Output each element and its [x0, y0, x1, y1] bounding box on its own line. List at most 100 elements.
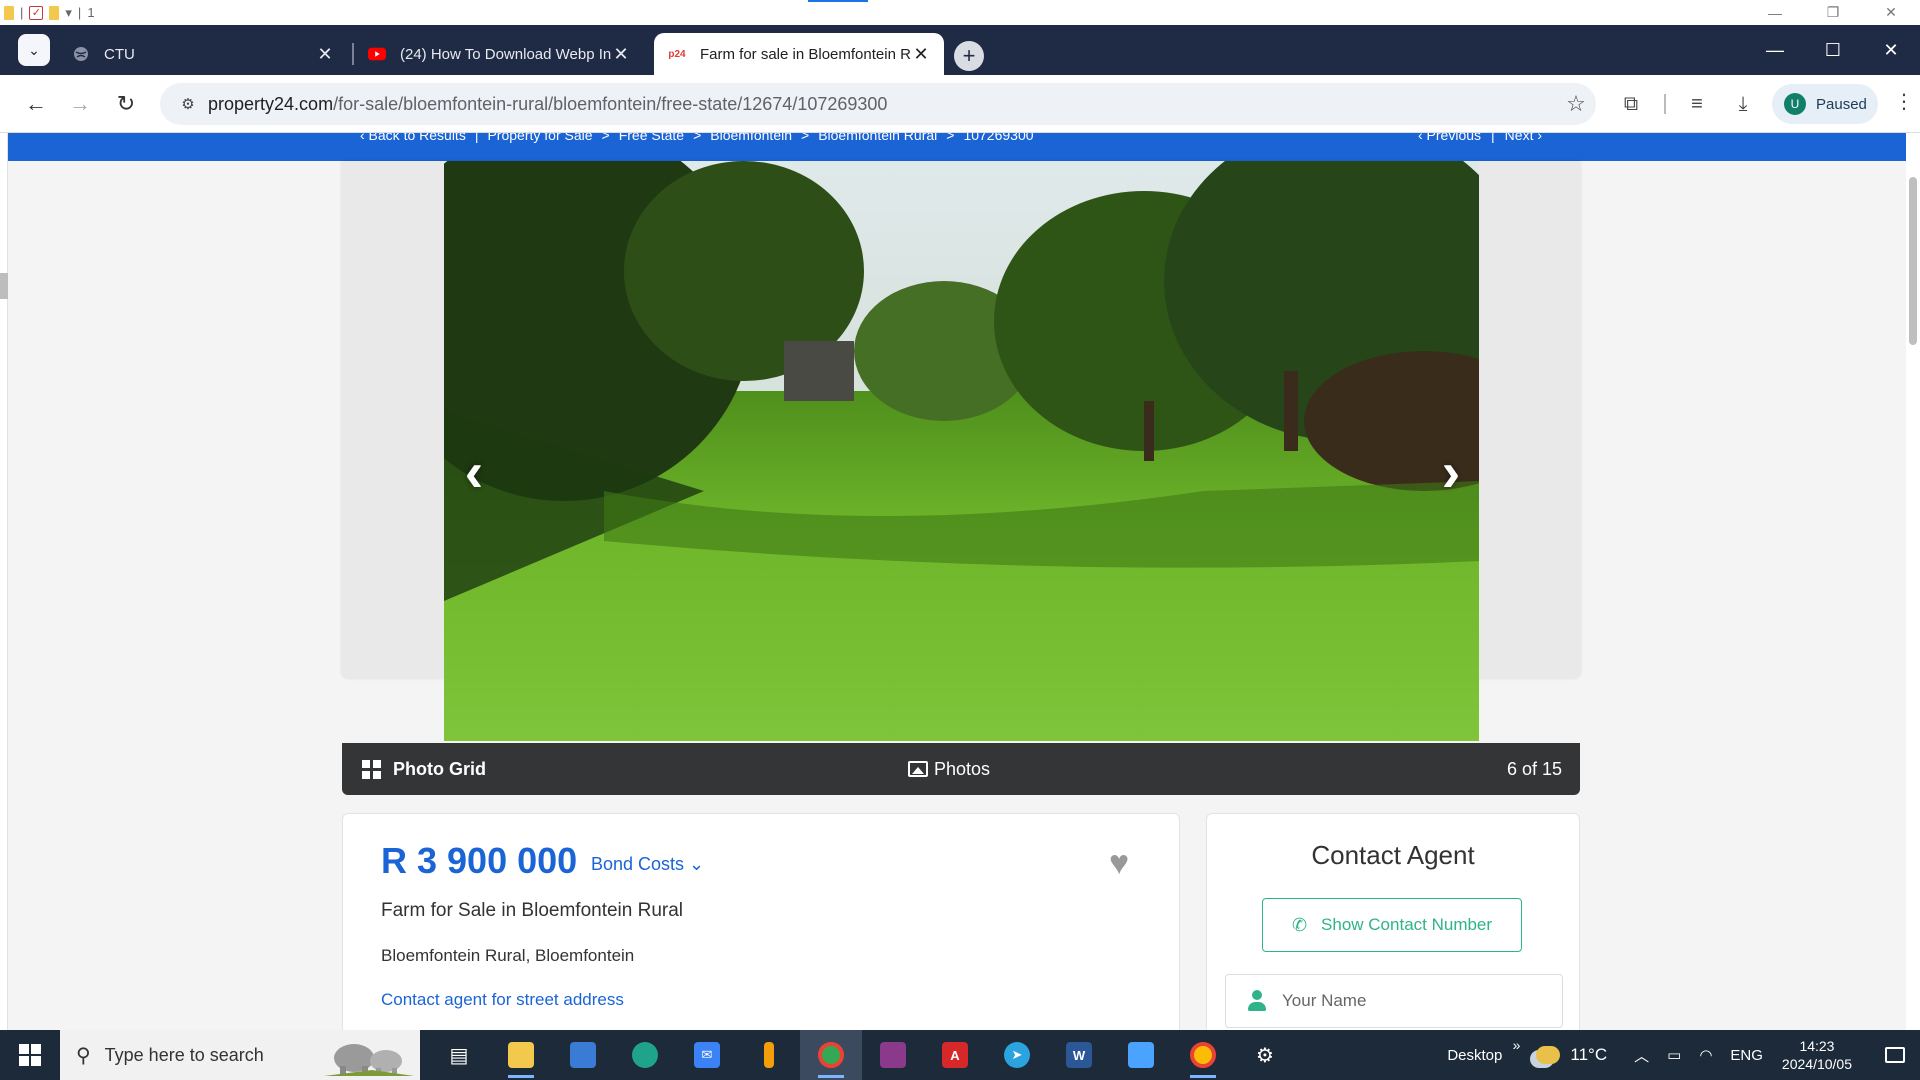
- restore-icon[interactable]: ❐: [1804, 0, 1862, 25]
- download-icon[interactable]: ⤓: [1728, 89, 1758, 119]
- breadcrumb-bar: ‹ Back to Results | Property for Sale > …: [8, 133, 1913, 161]
- close-icon[interactable]: ✕: [1862, 25, 1920, 75]
- listing-photo[interactable]: ‹ ›: [444, 161, 1479, 741]
- contact-agent-address-link[interactable]: Contact agent for street address: [381, 990, 624, 1010]
- photo-toolbar: Photo Grid Photos 6 of 15: [342, 743, 1580, 795]
- battery-icon[interactable]: ▭: [1667, 1046, 1681, 1064]
- desktop-toolbar-label[interactable]: Desktop: [1447, 1037, 1520, 1064]
- next-photo-arrow-icon[interactable]: ›: [1431, 440, 1471, 503]
- show-contact-number-button[interactable]: ✆ Show Contact Number: [1262, 898, 1522, 952]
- word-icon[interactable]: W: [1048, 1030, 1110, 1080]
- url-path: /for-sale/bloemfontein-rural/bloemfontei…: [333, 93, 888, 114]
- previous-link[interactable]: ‹ Previous: [1418, 133, 1481, 143]
- pager-separator: |: [1491, 133, 1495, 143]
- breadcrumb-property-for-sale[interactable]: Property for Sale: [487, 133, 592, 143]
- avatar: U: [1784, 93, 1806, 115]
- reload-icon[interactable]: ↻: [110, 88, 142, 120]
- maximize-icon[interactable]: ☐: [1804, 25, 1862, 75]
- scrollbar-thumb[interactable]: [1909, 177, 1917, 345]
- left-edge-panel: [0, 133, 8, 1030]
- new-tab-button[interactable]: +: [954, 41, 984, 71]
- more-menu-icon[interactable]: ⋮: [1894, 89, 1914, 119]
- minimize-icon[interactable]: —: [1746, 25, 1804, 75]
- photo-grid-label: Photo Grid: [393, 758, 486, 779]
- breadcrumb-bloemfontein[interactable]: Bloemfontein: [710, 133, 792, 143]
- breadcrumb-separator: >: [693, 133, 702, 143]
- minimize-icon[interactable]: —: [1746, 0, 1804, 25]
- breadcrumb-separator: >: [801, 133, 810, 143]
- close-tab-icon[interactable]: ✕: [316, 44, 334, 65]
- next-link[interactable]: Next ›: [1505, 133, 1542, 143]
- photos-label: Photos: [934, 758, 991, 779]
- task-view-icon[interactable]: ▤: [428, 1030, 490, 1080]
- site-info-icon[interactable]: ⚙: [168, 95, 208, 113]
- tab-search-button[interactable]: ⌄: [18, 34, 50, 66]
- media-controls-icon[interactable]: ≡: [1682, 89, 1712, 119]
- breadcrumb-free-state[interactable]: Free State: [619, 133, 684, 143]
- listing-price: R 3 900 000: [381, 840, 578, 881]
- photos-button[interactable]: Photos: [908, 759, 990, 780]
- side-handle[interactable]: [0, 273, 8, 299]
- outer-window-strip: | ✓ ▾ | 1 — ❐ ✕: [0, 0, 1920, 25]
- clock[interactable]: 14:23 2024/10/05: [1782, 1037, 1852, 1073]
- mail-icon[interactable]: ✉: [676, 1030, 738, 1080]
- dropdown-icon[interactable]: ▾: [65, 5, 72, 21]
- acrobat-icon[interactable]: A: [924, 1030, 986, 1080]
- photo-counter: 6 of 15: [1506, 758, 1562, 779]
- file-explorer-icon[interactable]: [490, 1030, 552, 1080]
- microsoft-store-icon[interactable]: [552, 1030, 614, 1080]
- wifi-icon[interactable]: ◠: [1699, 1046, 1712, 1064]
- photos-app-icon[interactable]: [1110, 1030, 1172, 1080]
- breadcrumb-back-link[interactable]: ‹ Back to Results: [360, 133, 466, 143]
- forward-icon[interactable]: →: [64, 88, 96, 120]
- listing-location: Bloemfontein Rural, Bloemfontein: [381, 946, 635, 965]
- telegram-icon[interactable]: ➤: [986, 1030, 1048, 1080]
- contact-agent-card: Contact Agent ✆ Show Contact Number Your…: [1206, 813, 1580, 1030]
- tab-ctu[interactable]: CTU ✕: [58, 33, 348, 75]
- tab-title: CTU: [104, 45, 135, 63]
- checkbox-icon[interactable]: ✓: [29, 5, 44, 20]
- notifications-button[interactable]: [1870, 1030, 1920, 1080]
- back-icon[interactable]: ←: [20, 88, 52, 120]
- your-name-field[interactable]: Your Name: [1225, 974, 1563, 1028]
- start-button[interactable]: [0, 1030, 60, 1080]
- taskbar-search[interactable]: ⚲ Type here to search: [60, 1030, 420, 1080]
- profile-button[interactable]: U Paused: [1772, 84, 1878, 124]
- folder-icon[interactable]: [49, 5, 60, 20]
- close-tab-icon[interactable]: ✕: [912, 44, 930, 65]
- breadcrumb-bloemfontein-rural[interactable]: Bloemfontein Rural: [818, 133, 937, 143]
- bookmark-star-icon[interactable]: ☆: [1556, 91, 1596, 117]
- weather-widget[interactable]: 11°C: [1536, 1045, 1607, 1065]
- chrome-profile-icon[interactable]: [1172, 1030, 1234, 1080]
- favourite-heart-icon[interactable]: ♥: [1109, 844, 1129, 883]
- tab-youtube[interactable]: (24) How To Download Webp In ✕: [354, 33, 644, 75]
- progress-indicator: [808, 0, 868, 2]
- show-hidden-icons-icon[interactable]: ︿: [1634, 1045, 1649, 1066]
- profile-status: Paused: [1816, 95, 1867, 113]
- show-contact-number-label: Show Contact Number: [1321, 915, 1493, 934]
- previous-photo-arrow-icon[interactable]: ‹: [454, 440, 494, 503]
- extensions-icon[interactable]: ⧉: [1616, 89, 1646, 119]
- close-tab-icon[interactable]: ✕: [612, 44, 630, 65]
- listing-title: Farm for Sale in Bloemfontein Rural: [381, 900, 684, 921]
- taskbar-search-placeholder: Type here to search: [104, 1044, 264, 1065]
- close-icon[interactable]: ✕: [1862, 0, 1920, 25]
- divider: |: [20, 5, 24, 20]
- folder-icon[interactable]: [4, 5, 14, 20]
- edge-icon[interactable]: [614, 1030, 676, 1080]
- chrome-icon[interactable]: [800, 1030, 862, 1080]
- winrar-icon[interactable]: [862, 1030, 924, 1080]
- page-scrollbar[interactable]: [1906, 133, 1920, 1030]
- photo-grid-button[interactable]: Photo Grid: [362, 759, 486, 780]
- address-bar[interactable]: ⚙ property24.com/for-sale/bloemfontein-r…: [160, 83, 1596, 125]
- url-text[interactable]: property24.com/for-sale/bloemfontein-rur…: [208, 94, 1556, 115]
- bond-costs-dropdown[interactable]: Bond Costs ⌄: [591, 854, 704, 875]
- tab-property24[interactable]: p24 Farm for sale in Bloemfontein R ✕: [654, 33, 944, 75]
- property24-favicon-icon: p24: [668, 48, 686, 60]
- language-indicator[interactable]: ENG: [1730, 1047, 1763, 1064]
- settings-gear-icon[interactable]: ⚙: [1234, 1030, 1296, 1080]
- system-tray: Desktop 11°C ︿ ▭ ◠ ENG 14:23 2024/10/05: [1447, 1030, 1920, 1080]
- colorful-app-icon[interactable]: [738, 1030, 800, 1080]
- quick-access-toolbar: | ✓ ▾ | 1: [0, 5, 95, 21]
- tab-title: (24) How To Download Webp In: [400, 45, 612, 63]
